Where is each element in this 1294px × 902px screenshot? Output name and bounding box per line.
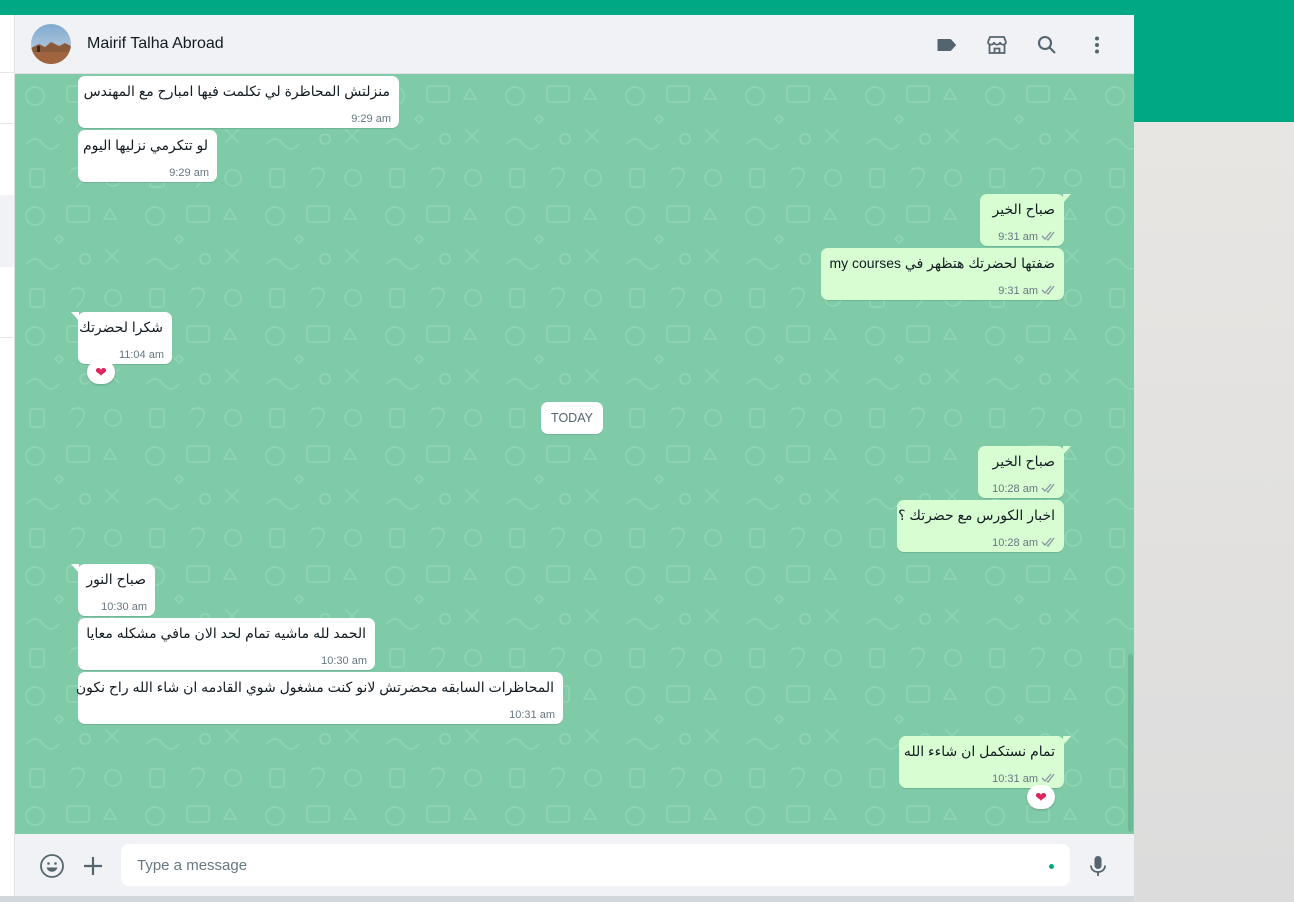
search-icon[interactable] [1035, 33, 1059, 57]
message-time: 10:28 am [992, 483, 1038, 495]
message-bubble-incoming[interactable]: المحاظرات السابقه محضرتش لانو كنت مشغول … [75, 672, 563, 724]
bubble-tail [71, 312, 79, 321]
divider [0, 72, 14, 73]
emoji-icon[interactable] [39, 853, 65, 879]
heart-reaction[interactable]: ❤ [1027, 785, 1055, 809]
read-receipt-icon [1041, 773, 1055, 783]
message-bubble-incoming[interactable]: الحمد لله ماشيه تمام لحد الان مافي مشكله… [78, 618, 375, 670]
message-bubble-outgoing[interactable]: ضفتها لحضرتك هتظهر في my courses 9:31 am [821, 248, 1064, 300]
chat-list-edge [0, 15, 15, 896]
message-pane[interactable]: منزلتش المحاظرة لي تكلمت فيها امبارح مع … [15, 74, 1134, 834]
chat-header: Mairif Talha Abroad [15, 15, 1134, 74]
contact-name[interactable]: Mairif Talha Abroad [87, 35, 224, 53]
message-time: 9:31 am [998, 285, 1038, 297]
compose-bar [15, 834, 1134, 896]
read-receipt-icon [1041, 537, 1055, 547]
message-text: منزلتش المحاظرة لي تكلمت فيها امبارح مع … [83, 83, 390, 99]
message-time: 9:29 am [169, 167, 209, 179]
message-time: 9:29 am [351, 113, 391, 125]
message-bubble-incoming[interactable]: لو تتكرمي نزليها اليوم 9:29 am [78, 130, 217, 182]
message-bubble-incoming[interactable]: منزلتش المحاظرة لي تكلمت فيها امبارح مع … [78, 76, 399, 128]
message-input[interactable] [137, 844, 1037, 886]
bubble-tail [71, 564, 79, 573]
contact-avatar[interactable] [31, 24, 71, 64]
message-input-container[interactable] [121, 844, 1070, 886]
menu-icon[interactable] [1085, 33, 1109, 57]
message-bubble-outgoing[interactable]: تمام نستكمل ان شاءء الله 10:31 am [899, 736, 1071, 788]
message-text: لو تتكرمي نزليها اليوم [82, 137, 208, 153]
message-text: شكرا لحضرتك [79, 319, 163, 335]
app-background [1134, 122, 1294, 902]
attach-icon[interactable] [80, 853, 106, 879]
catalog-icon[interactable] [985, 33, 1009, 57]
chat-scrollbar[interactable] [1128, 654, 1133, 832]
message-time: 10:30 am [101, 601, 147, 613]
message-text: تمام نستكمل ان شاءء الله [903, 743, 1055, 759]
label-icon[interactable] [935, 33, 959, 57]
message-time: 11:04 am [118, 349, 164, 361]
message-time: 10:30 am [321, 655, 367, 667]
microphone-icon[interactable] [1085, 853, 1111, 879]
input-status-dot [1049, 864, 1054, 869]
message-bubble-incoming[interactable]: صباح النور 10:30 am [71, 564, 155, 616]
bubble-tail [1063, 194, 1071, 203]
message-bubble-outgoing[interactable]: صباح الخير 10:28 am [978, 446, 1071, 498]
bubble-tail [1063, 736, 1071, 745]
message-text: ضفتها لحضرتك هتظهر في my courses [829, 255, 1055, 271]
message-text: صباح النور [86, 571, 146, 587]
day-separator: TODAY [541, 402, 603, 434]
divider [0, 337, 14, 338]
message-text: المحاظرات السابقه محضرتش لانو كنت مشغول … [75, 679, 554, 695]
message-time: 10:28 am [992, 537, 1038, 549]
message-text: اخبار الكورس مع حضرتك ؟ [898, 507, 1055, 523]
read-receipt-icon [1041, 483, 1055, 493]
selected-chat-edge[interactable] [0, 195, 14, 267]
message-text: صباح الخير [992, 201, 1055, 217]
message-bubble-incoming[interactable]: شكرا لحضرتك 11:04 am [71, 312, 172, 364]
window-bottom-edge [0, 896, 1134, 902]
read-receipt-icon [1041, 231, 1055, 241]
message-text: الحمد لله ماشيه تمام لحد الان مافي مشكله… [86, 625, 366, 641]
app-top-bar [0, 0, 1294, 15]
message-time: 9:31 am [998, 231, 1038, 243]
divider [0, 123, 14, 124]
app-background-band [1134, 15, 1294, 122]
message-time: 10:31 am [992, 773, 1038, 785]
heart-reaction[interactable]: ❤ [87, 360, 115, 384]
message-bubble-outgoing[interactable]: اخبار الكورس مع حضرتك ؟ 10:28 am [897, 500, 1064, 552]
read-receipt-icon [1041, 285, 1055, 295]
message-bubble-outgoing[interactable]: صباح الخير 9:31 am [980, 194, 1071, 246]
message-text: صباح الخير [992, 453, 1055, 469]
bubble-tail [1063, 446, 1071, 455]
message-time: 10:31 am [509, 709, 555, 721]
